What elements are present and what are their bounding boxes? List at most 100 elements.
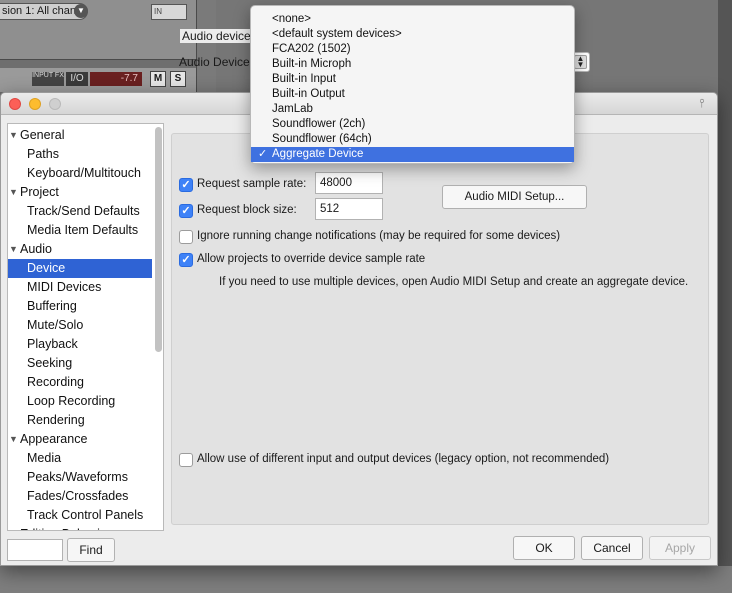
sidebar-item-recording[interactable]: Recording bbox=[8, 373, 152, 392]
allow-override-checkbox[interactable]: ✓ bbox=[179, 253, 193, 267]
sidebar-item-midi-devices[interactable]: MIDI Devices bbox=[8, 278, 152, 297]
sidebar-item-label: Fades/Crossfades bbox=[27, 489, 129, 503]
find-input[interactable] bbox=[7, 539, 63, 561]
sidebar-item-label: Buffering bbox=[27, 299, 77, 313]
track-header: sion 1: All chann ▼ IN bbox=[0, 0, 196, 60]
disclosure-triangle-icon[interactable]: ▼ bbox=[9, 183, 18, 202]
audio-midi-setup-button[interactable]: Audio MIDI Setup... bbox=[442, 185, 587, 209]
sidebar-item-label: Playback bbox=[27, 337, 78, 351]
sample-rate-checkbox[interactable]: ✓ bbox=[179, 178, 193, 192]
settings-panel bbox=[171, 133, 709, 525]
sidebar-item-mute-solo[interactable]: Mute/Solo bbox=[8, 316, 152, 335]
sidebar-item-media-item-defaults[interactable]: Media Item Defaults bbox=[8, 221, 152, 240]
sample-rate-input[interactable]: 48000 bbox=[315, 172, 383, 194]
aggregate-info-text: If you need to use multiple devices, ope… bbox=[219, 276, 689, 288]
menu-item-label: Built-in Input bbox=[272, 73, 336, 85]
cancel-button[interactable]: Cancel bbox=[581, 536, 643, 560]
sidebar-item-buffering[interactable]: Buffering bbox=[8, 297, 152, 316]
ignore-changes-label: Ignore running change notifications (may… bbox=[197, 230, 561, 242]
disclosure-triangle-icon[interactable]: ▼ bbox=[9, 525, 18, 530]
sidebar-item-appearance[interactable]: ▼ Appearance bbox=[8, 430, 152, 449]
sidebar-item-project[interactable]: ▼ Project bbox=[8, 183, 152, 202]
close-window-button[interactable] bbox=[9, 98, 21, 110]
input-fx-button[interactable]: INPUT FX bbox=[32, 72, 64, 86]
sidebar-item-fades-crossfades[interactable]: Fades/Crossfades bbox=[8, 487, 152, 506]
menu-item[interactable]: Soundflower (2ch) bbox=[251, 117, 574, 132]
sidebar-item-editing-behavior[interactable]: ▼Editing Behavior bbox=[8, 525, 152, 530]
sidebar-item-track-send-defaults[interactable]: Track/Send Defaults bbox=[8, 202, 152, 221]
pin-icon[interactable]: ⫯ bbox=[695, 96, 709, 110]
block-size-label: Request block size: bbox=[197, 204, 297, 216]
sidebar-item-peaks-waveforms[interactable]: Peaks/Waveforms bbox=[8, 468, 152, 487]
select-arrows-icon: ▲ ▼ bbox=[574, 55, 587, 69]
apply-button[interactable]: Apply bbox=[649, 536, 711, 560]
ignore-changes-checkbox[interactable] bbox=[179, 230, 193, 244]
input-button[interactable]: IN bbox=[151, 4, 187, 20]
volume-meter[interactable]: -7.7 bbox=[90, 72, 142, 86]
menu-item[interactable]: ✓ Aggregate Device bbox=[251, 147, 574, 162]
sidebar-item-media[interactable]: Media bbox=[8, 449, 152, 468]
sidebar-item-general[interactable]: ▼ General bbox=[8, 126, 152, 145]
menu-item[interactable]: JamLab bbox=[251, 102, 574, 117]
section-header: Audio device bbox=[180, 29, 253, 43]
solo-button[interactable]: S bbox=[170, 71, 186, 87]
zoom-window-button[interactable] bbox=[49, 98, 61, 110]
menu-item-label: <none> bbox=[272, 13, 312, 25]
preferences-sidebar: ▼ General Paths Keyboard/Multitouch ▼ Project… bbox=[7, 123, 164, 531]
sidebar-item-label: Track Control Panels bbox=[27, 508, 144, 522]
menu-item[interactable]: Soundflower (64ch) bbox=[251, 132, 574, 147]
sidebar-item-loop-recording[interactable]: Loop Recording bbox=[8, 392, 152, 411]
menu-item-label: JamLab bbox=[272, 103, 313, 115]
sidebar-item-label: Media Item Defaults bbox=[27, 223, 139, 237]
menu-item-label: Built-in Microph bbox=[272, 58, 352, 70]
sidebar-item-device[interactable]: Device bbox=[8, 259, 152, 278]
sidebar-item-label: Editing Behavior bbox=[20, 527, 111, 530]
sidebar-item-keyboard-multitouch[interactable]: Keyboard/Multitouch bbox=[8, 164, 152, 183]
sidebar-item-label: General bbox=[20, 128, 65, 142]
io-button[interactable]: I/O bbox=[66, 72, 88, 86]
menu-item-label: Soundflower (2ch) bbox=[272, 118, 366, 130]
audio-device-menu: <none> <default system devices> FCA202 (15… bbox=[250, 5, 575, 164]
sidebar-item-rendering[interactable]: Rendering bbox=[8, 411, 152, 430]
legacy-devices-checkbox[interactable] bbox=[179, 453, 193, 467]
ok-button[interactable]: OK bbox=[513, 536, 575, 560]
minimize-window-button[interactable] bbox=[29, 98, 41, 110]
menu-item[interactable]: Built-in Input bbox=[251, 72, 574, 87]
sidebar-item-label: Audio bbox=[20, 242, 52, 256]
sidebar-item-seeking[interactable]: Seeking bbox=[8, 354, 152, 373]
mute-button[interactable]: M bbox=[150, 71, 166, 87]
sidebar-item-label: Paths bbox=[27, 147, 59, 161]
menu-item[interactable]: Built-in Output bbox=[251, 87, 574, 102]
allow-override-label: Allow projects to override device sample… bbox=[197, 253, 426, 265]
disclosure-triangle-icon[interactable]: ▼ bbox=[9, 126, 18, 145]
sidebar-item-label: Seeking bbox=[27, 356, 73, 370]
block-size-checkbox[interactable]: ✓ bbox=[179, 204, 193, 218]
sidebar-item-label: MIDI Devices bbox=[27, 280, 102, 294]
sidebar-item-paths[interactable]: Paths bbox=[8, 145, 152, 164]
block-size-input[interactable]: 512 bbox=[315, 198, 383, 220]
sidebar-item-label: Loop Recording bbox=[27, 394, 116, 408]
sidebar-item-playback[interactable]: Playback bbox=[8, 335, 152, 354]
checkmark-icon: ✓ bbox=[258, 148, 268, 160]
menu-item-label: FCA202 (1502) bbox=[272, 43, 351, 55]
sidebar-item-track-control-panels[interactable]: Track Control Panels bbox=[8, 506, 152, 525]
disclosure-triangle-icon[interactable]: ▼ bbox=[9, 430, 18, 449]
scrollbar[interactable] bbox=[718, 0, 732, 593]
menu-item-label: <default system devices> bbox=[272, 28, 402, 40]
menu-item-label: Built-in Output bbox=[272, 88, 345, 100]
audio-device-label: Audio Device: bbox=[179, 55, 254, 69]
menu-item[interactable]: Built-in Microph bbox=[251, 57, 574, 72]
sidebar-item-audio[interactable]: ▼ Audio bbox=[8, 240, 152, 259]
sidebar-item-label: Media bbox=[27, 451, 62, 465]
menu-item[interactable]: <default system devices> bbox=[251, 27, 574, 42]
sidebar-item-label: Project bbox=[20, 185, 59, 199]
find-button[interactable]: Find bbox=[67, 538, 115, 562]
sample-rate-label: Request sample rate: bbox=[197, 178, 307, 190]
menu-item[interactable]: <none> bbox=[251, 12, 574, 27]
menu-item[interactable]: FCA202 (1502) bbox=[251, 42, 574, 57]
menu-item-label: Soundflower (64ch) bbox=[272, 133, 372, 145]
sidebar-scrollbar[interactable] bbox=[155, 127, 162, 352]
chevron-down-icon[interactable]: ▼ bbox=[74, 4, 88, 18]
disclosure-triangle-icon[interactable]: ▼ bbox=[9, 240, 18, 259]
sidebar-item-label: Recording bbox=[27, 375, 84, 389]
